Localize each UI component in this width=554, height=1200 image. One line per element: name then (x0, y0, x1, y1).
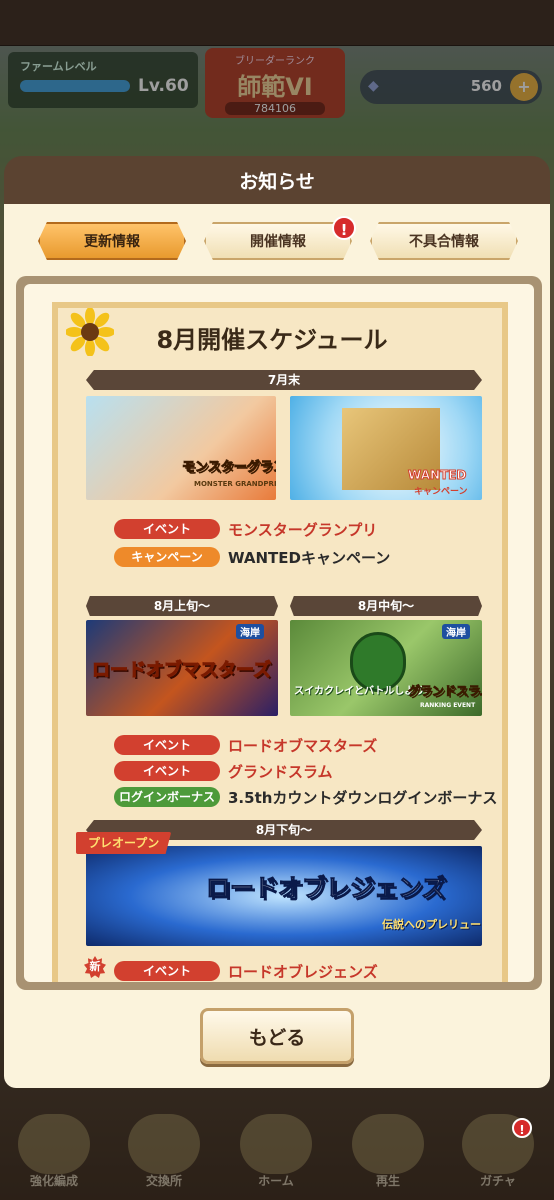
event-tag: イベント (114, 519, 220, 539)
row-text: 3.5thカウントダウンログインボーナス (228, 788, 498, 807)
notice-scroll-area[interactable]: 8月開催スケジュール 7月末 モンスターグランプリ MONSTER GRANDP… (24, 284, 534, 982)
mid-aug-band: 8月中旬〜 (290, 596, 482, 616)
modal-title: お知らせ (239, 171, 315, 193)
grand-slam-banner-sub: RANKING EVENT (420, 702, 476, 709)
campaign-tag: キャンペーン (114, 547, 220, 567)
row-text: ロードオブマスターズ (228, 736, 378, 755)
schedule-row: ログインボーナス 3.5thカウントダウンログインボーナス (114, 786, 497, 808)
wanted-banner[interactable]: WANTED キャンペーン (290, 396, 482, 500)
row-text: WANTEDキャンペーン (228, 548, 391, 567)
lord-masters-banner-title: ロードオブマスターズ (91, 660, 272, 682)
row-text: モンスターグランプリ (228, 520, 378, 539)
row-text: ロードオブレジェンズ (228, 962, 378, 981)
schedule-row: イベント ロードオブレジェンズ (114, 960, 378, 982)
wanted-banner-sub: キャンペーン (414, 487, 468, 497)
lord-masters-banner[interactable]: ロードオブマスターズ 海岸 (86, 620, 278, 716)
schedule-row: キャンペーン WANTEDキャンペーン (114, 546, 390, 568)
legends-sub-text: 伝説へのプレリュード! (382, 918, 482, 931)
event-tag: イベント (114, 761, 220, 781)
preopen-label: プレオープン (76, 832, 172, 854)
monster-gp-banner-sub: MONSTER GRANDPRIX (194, 480, 276, 488)
tab-bugs[interactable]: 不具合情報 (370, 222, 518, 260)
schedule-title: 8月開催スケジュール (156, 326, 388, 354)
gacha-alert-icon: ! (512, 1118, 532, 1138)
grand-slam-banner[interactable]: スイカクレイとバトルしよう! グランドスラム RANKING EVENT 海岸 (290, 620, 482, 716)
monster-gp-banner[interactable]: モンスターグランプリ MONSTER GRANDPRIX (86, 396, 276, 500)
beach-tag: 海岸 (442, 624, 470, 639)
monster-gp-banner-title: モンスターグランプリ (181, 460, 276, 476)
beach-tag: 海岸 (236, 624, 264, 639)
lord-legends-banner-title: ロードオブレジェンズ (206, 874, 447, 903)
tab-updates[interactable]: 更新情報 (38, 222, 186, 260)
back-button[interactable]: もどる (200, 1008, 354, 1064)
late-july-band: 7月末 (86, 370, 482, 390)
schedule-row: イベント グランドスラム (114, 760, 333, 782)
login-bonus-tag: ログインボーナス (114, 787, 220, 807)
event-tag: イベント (114, 735, 220, 755)
tab-events[interactable]: 開催情報 (204, 222, 352, 260)
early-aug-band: 8月上旬〜 (86, 596, 278, 616)
schedule-row: イベント ロードオブマスターズ (114, 734, 377, 756)
lord-legends-banner[interactable]: ロードオブレジェンズ 伝説へのプレリュード! (86, 846, 482, 946)
grand-slam-banner-title: グランドスラム (408, 684, 482, 699)
status-bar (0, 0, 554, 46)
modal-header: お知らせ (4, 156, 550, 206)
wanted-banner-title: WANTED (407, 468, 467, 483)
schedule-row: イベント モンスターグランプリ (114, 518, 377, 540)
row-text: グランドスラム (228, 762, 333, 781)
notice-scroll-frame: 8月開催スケジュール 7月末 モンスターグランプリ MONSTER GRANDP… (16, 276, 542, 990)
events-alert-icon: ! (332, 216, 356, 240)
notice-modal: お知らせ 更新情報 開催情報 ! 不具合情報 8月開催スケジュール 7月末 モン… (4, 156, 550, 1088)
event-tag: イベント (114, 961, 220, 981)
